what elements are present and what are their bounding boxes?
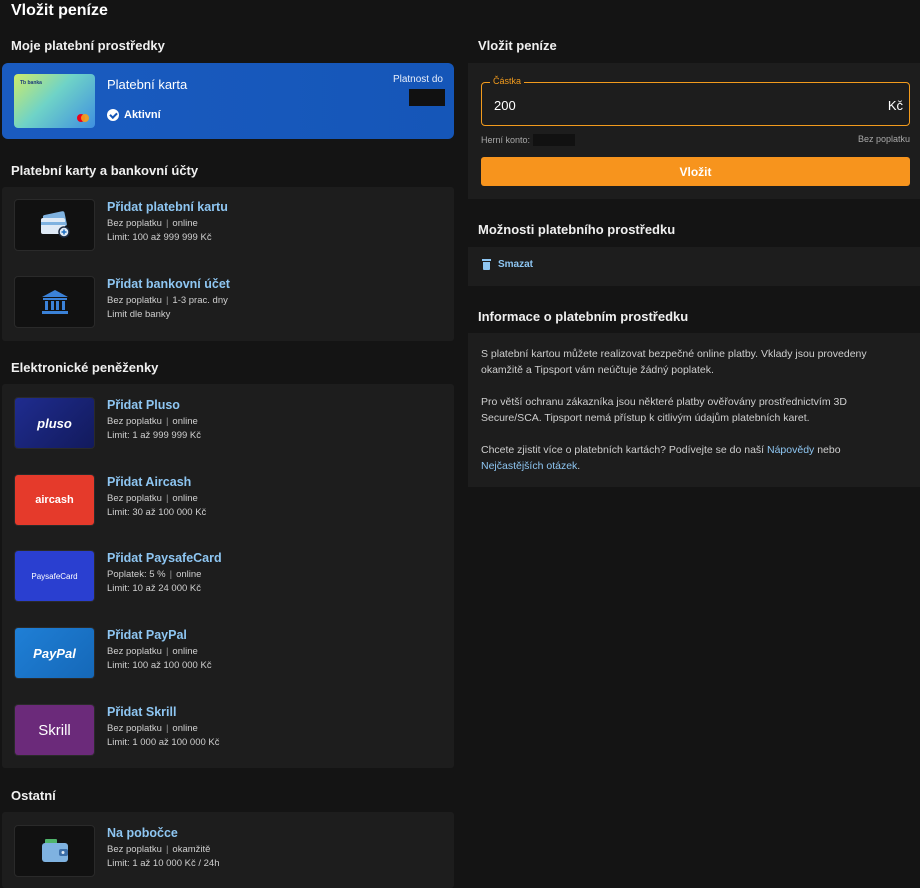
paysafecard-logo: PaysafeCard bbox=[14, 550, 95, 602]
item-title: Přidat platební kartu bbox=[107, 200, 228, 214]
pluso-logo: pluso bbox=[14, 397, 95, 449]
options-panel: Smazat bbox=[468, 247, 920, 286]
item-title: Přidat PaysafeCard bbox=[107, 551, 222, 565]
item-limit: Limit: 1 až 999 999 Kč bbox=[107, 430, 201, 441]
list-item-paysafecard[interactable]: PaysafeCard Přidat PaysafeCard Poplatek:… bbox=[14, 550, 444, 610]
delete-button[interactable]: Smazat bbox=[482, 259, 533, 270]
item-title: Přidat bankovní účet bbox=[107, 277, 230, 291]
list-item-paypal[interactable]: PayPal Přidat PayPal Bez poplatku | online… bbox=[14, 627, 444, 687]
game-account-masked bbox=[533, 134, 576, 146]
expiry-label: Platnost do bbox=[392, 74, 443, 85]
deposit-heading: Vložit peníze bbox=[478, 38, 557, 53]
game-account: Herní konto: bbox=[481, 134, 576, 146]
deposit-submit-button[interactable]: Vložit bbox=[481, 157, 910, 186]
faq-link[interactable]: Nejčastějších otázek bbox=[481, 460, 577, 472]
item-limit: Limit: 1 000 až 100 000 Kč bbox=[107, 737, 220, 748]
saved-payment-card[interactable]: Tb banka Platební karta Aktivní Platnost… bbox=[2, 63, 454, 139]
mastercard-icon bbox=[77, 114, 89, 122]
credit-card-add-icon bbox=[14, 199, 95, 251]
item-fee-speed: Bez poplatku | online bbox=[107, 723, 198, 734]
item-fee-speed: Bez poplatku | online bbox=[107, 416, 198, 427]
item-title: Na pobočce bbox=[107, 826, 178, 840]
other-panel: Na pobočce Bez poplatku | okamžitě Limit: … bbox=[2, 812, 454, 888]
expiry-masked bbox=[409, 89, 445, 106]
item-fee-speed: Bez poplatku | okamžitě bbox=[107, 844, 211, 855]
info-heading: Informace o platebním prostředku bbox=[478, 309, 689, 324]
cards-section-panel: Přidat platební kartu Bez poplatku | onlin… bbox=[2, 187, 454, 341]
deposit-panel: Částka 200 Kč Herní konto: Bez poplatku … bbox=[468, 63, 920, 199]
ewallets-heading: Elektronické peněženky bbox=[11, 360, 159, 375]
amount-input[interactable]: Částka 200 Kč bbox=[481, 76, 910, 126]
list-item-skrill[interactable]: Skrill Přidat Skrill Bez poplatku | online… bbox=[14, 704, 444, 764]
item-limit: Limit: 30 až 100 000 Kč bbox=[107, 507, 207, 518]
help-link[interactable]: Nápovědy bbox=[767, 444, 814, 456]
list-item-add-card[interactable]: Přidat platební kartu Bez poplatku | onlin… bbox=[14, 199, 444, 259]
ewallets-panel: pluso Přidat Pluso Bez poplatku | online L… bbox=[2, 384, 454, 768]
check-circle-icon bbox=[107, 109, 119, 121]
currency-label: Kč bbox=[887, 98, 903, 113]
info-paragraph-2: Pro větší ochranu zákazníka jsou některé… bbox=[481, 396, 847, 424]
card-status-label: Aktivní bbox=[124, 109, 161, 121]
trash-icon bbox=[482, 259, 491, 270]
my-methods-heading: Moje platební prostředky bbox=[11, 38, 165, 53]
item-fee-speed: Bez poplatku | online bbox=[107, 646, 198, 657]
amount-value[interactable]: 200 bbox=[494, 98, 516, 113]
item-title: Přidat Skrill bbox=[107, 705, 177, 719]
item-title: Přidat Aircash bbox=[107, 475, 192, 489]
delete-label: Smazat bbox=[498, 259, 534, 270]
amount-label: Částka bbox=[490, 76, 525, 86]
options-heading: Možnosti platebního prostředku bbox=[478, 222, 676, 237]
item-fee-speed: Bez poplatku | 1-3 prac. dny bbox=[107, 295, 228, 306]
info-paragraph-3: Chcete zjistit více o platebních kartách… bbox=[481, 444, 841, 472]
aircash-logo: aircash bbox=[14, 474, 95, 526]
item-fee-speed: Poplatek: 5 % | online bbox=[107, 569, 202, 580]
item-limit: Limit: 1 až 10 000 Kč / 24h bbox=[107, 858, 220, 869]
card-status: Aktivní bbox=[107, 109, 161, 121]
list-item-add-bank[interactable]: Přidat bankovní účet Bez poplatku | 1-3 pr… bbox=[14, 276, 444, 336]
fee-note: Bez poplatku bbox=[857, 134, 910, 144]
bank-icon bbox=[14, 276, 95, 328]
item-limit: Limit dle banky bbox=[107, 309, 171, 320]
card-image: Tb banka bbox=[14, 74, 95, 128]
paypal-logo: PayPal bbox=[14, 627, 95, 679]
game-account-label: Herní konto: bbox=[481, 135, 531, 145]
info-paragraph-1: S platební kartou můžete realizovat bezp… bbox=[481, 348, 867, 376]
list-item-pluso[interactable]: pluso Přidat Pluso Bez poplatku | online L… bbox=[14, 397, 444, 457]
item-limit: Limit: 100 až 100 000 Kč bbox=[107, 660, 212, 671]
item-fee-speed: Bez poplatku | online bbox=[107, 493, 198, 504]
item-limit: Limit: 100 až 999 999 Kč bbox=[107, 232, 212, 243]
card-name: Platební karta bbox=[107, 77, 188, 92]
list-item-aircash[interactable]: aircash Přidat Aircash Bez poplatku | onli… bbox=[14, 474, 444, 534]
item-fee-speed: Bez poplatku | online bbox=[107, 218, 198, 229]
other-heading: Ostatní bbox=[11, 788, 56, 803]
info-panel: S platební kartou můžete realizovat bezp… bbox=[468, 333, 920, 487]
item-limit: Limit: 10 až 24 000 Kč bbox=[107, 583, 201, 594]
list-item-branch[interactable]: Na pobočce Bez poplatku | okamžitě Limit: … bbox=[14, 825, 444, 885]
skrill-logo: Skrill bbox=[14, 704, 95, 756]
bank-logo: Tb banka bbox=[20, 80, 42, 86]
cards-section-heading: Platební karty a bankovní účty bbox=[11, 163, 199, 178]
item-title: Přidat PayPal bbox=[107, 628, 187, 642]
wallet-icon bbox=[14, 825, 95, 877]
page-title: Vložit peníze bbox=[11, 2, 108, 19]
item-title: Přidat Pluso bbox=[107, 398, 180, 412]
